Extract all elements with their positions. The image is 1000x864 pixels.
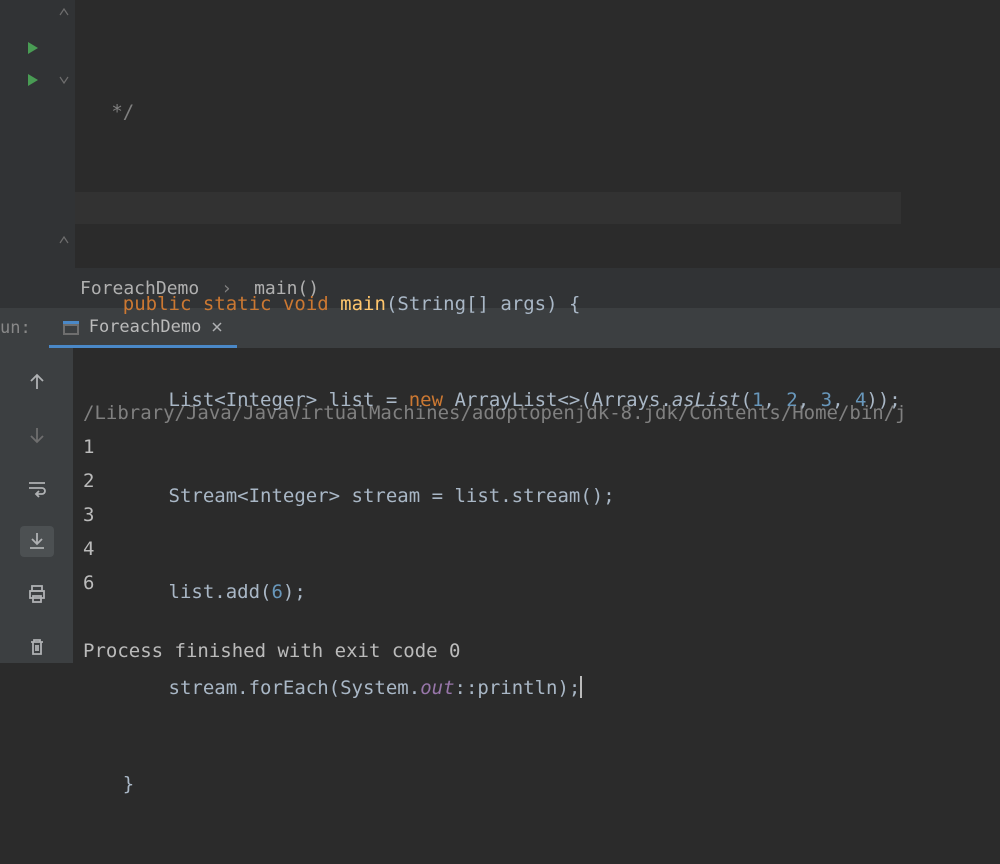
code-editor[interactable]: */ public class ForeachDemo { public sta…	[0, 0, 1000, 268]
fold-icon[interactable]	[58, 6, 70, 18]
print-button[interactable]	[20, 579, 54, 610]
clear-button[interactable]	[20, 632, 54, 663]
fold-icon[interactable]	[58, 234, 70, 246]
run-label: un:	[0, 318, 41, 338]
soft-wrap-button[interactable]	[20, 472, 54, 503]
scroll-up-button[interactable]	[20, 366, 54, 397]
run-icon[interactable]	[26, 41, 40, 55]
code-line: }	[77, 768, 901, 800]
code-line: Stream<Integer> stream = list.stream();	[77, 480, 901, 512]
highlighted-line	[75, 192, 901, 224]
scroll-to-end-button[interactable]	[20, 526, 54, 557]
caret	[580, 676, 582, 698]
gutter	[0, 0, 75, 268]
code-line: */	[77, 96, 901, 128]
code-area[interactable]: */ public class ForeachDemo { public sta…	[75, 0, 901, 268]
comment: */	[111, 101, 134, 123]
scroll-down-button[interactable]	[20, 419, 54, 450]
code-line: stream.forEach(System.out::println);	[77, 672, 901, 704]
fold-icon[interactable]	[58, 74, 70, 86]
code-line: List<Integer> list = new ArrayList<>(Arr…	[77, 384, 901, 416]
run-toolbar	[0, 348, 73, 663]
run-icon[interactable]	[26, 73, 40, 87]
code-line: list.add(6);	[77, 576, 901, 608]
code-line: public static void main(String[] args) {	[77, 288, 901, 320]
